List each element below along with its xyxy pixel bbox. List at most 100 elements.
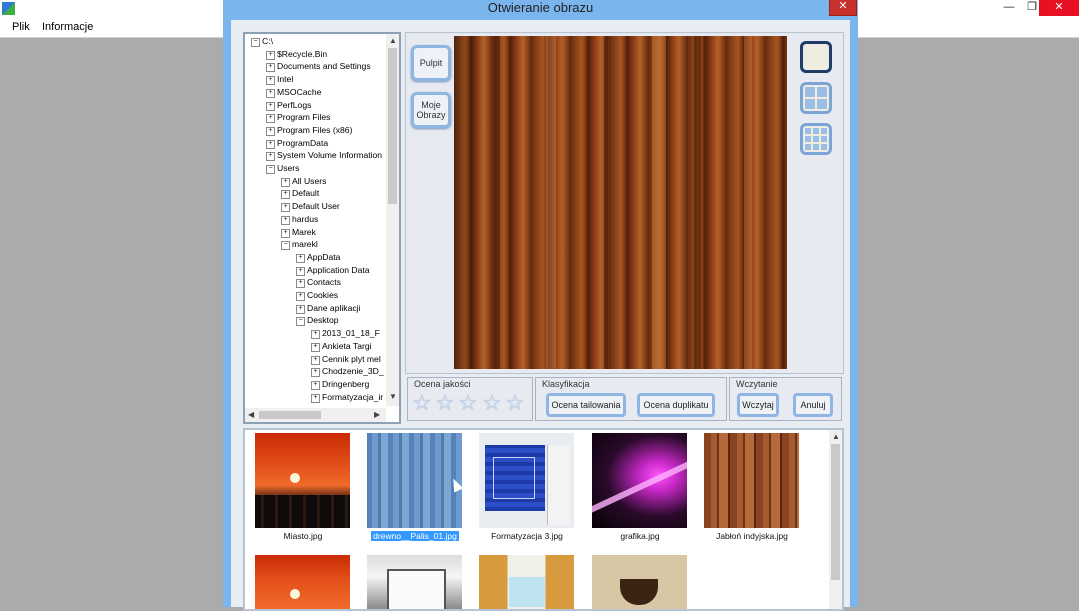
expand-icon[interactable]: + <box>266 63 275 73</box>
tree-hscroll-thumb[interactable] <box>259 411 321 419</box>
tree-node[interactable]: + AppData <box>296 252 340 264</box>
thumbnail-image[interactable] <box>367 433 462 528</box>
cancel-button[interactable]: Anuluj <box>793 393 833 417</box>
expand-icon[interactable]: + <box>296 253 305 263</box>
tree-node[interactable]: + Intel <box>266 74 293 86</box>
expand-icon[interactable]: + <box>266 88 275 98</box>
load-button[interactable]: Wczytaj <box>737 393 779 417</box>
expand-icon[interactable]: + <box>311 393 320 403</box>
tree-node[interactable]: + Formatyzacja_ir <box>311 392 383 404</box>
expand-icon[interactable]: + <box>296 266 305 276</box>
tree-node[interactable]: + Default <box>281 188 319 200</box>
tree-node[interactable]: + PerfLogs <box>266 100 311 112</box>
tree-node[interactable]: + Default User <box>281 201 340 213</box>
scroll-up-icon[interactable]: ▲ <box>832 432 840 441</box>
expand-icon[interactable]: + <box>266 50 275 60</box>
tree-node[interactable]: − C:\ <box>251 36 273 48</box>
thumbnail-image[interactable] <box>592 433 687 528</box>
close-icon[interactable]: ✕ <box>1039 0 1079 16</box>
collapse-icon[interactable]: − <box>296 317 305 327</box>
expand-icon[interactable]: + <box>311 330 320 340</box>
tree-node[interactable]: + Documents and Settings <box>266 61 371 73</box>
star-icon[interactable]: ☆ <box>458 392 478 414</box>
tree-node[interactable]: + Cookies <box>296 290 338 302</box>
tree-node[interactable]: − Desktop <box>296 315 339 327</box>
tree-node[interactable]: + Cennik plyt mel <box>311 354 381 366</box>
tree-node[interactable]: + Program Files <box>266 112 330 124</box>
expand-icon[interactable]: + <box>266 152 275 162</box>
thumbnail-caption[interactable]: grafika.jpg <box>584 531 696 541</box>
expand-icon[interactable]: + <box>266 139 275 149</box>
grid-2x2-icon[interactable] <box>800 82 832 114</box>
collapse-icon[interactable]: − <box>251 38 260 47</box>
star-icon[interactable]: ☆ <box>412 392 432 414</box>
menu-plik[interactable]: Plik <box>12 21 30 33</box>
star-icon[interactable]: ☆ <box>482 392 502 414</box>
tree-node[interactable]: + MSOCache <box>266 87 321 99</box>
gallery-scrollbar[interactable]: ▲ <box>829 430 842 609</box>
thumbnail-gallery[interactable]: Miasto.jpg drewno__Palis_01.jpg Formatyz… <box>243 428 844 611</box>
expand-icon[interactable]: + <box>311 342 320 352</box>
expand-icon[interactable]: + <box>266 114 275 124</box>
thumbnail-caption[interactable]: drewno__Palis_01.jpg <box>359 531 471 541</box>
tree-node[interactable]: + hardus <box>281 214 318 226</box>
collapse-icon[interactable]: − <box>281 241 290 251</box>
tree-node[interactable]: + Marek <box>281 227 316 239</box>
thumbnail-image[interactable] <box>255 555 350 609</box>
thumbnail-caption[interactable]: Jabłoń indyjska.jpg <box>696 531 808 541</box>
tree-node[interactable]: + Contacts <box>296 277 341 289</box>
tree-node[interactable]: − Users <box>266 163 299 175</box>
expand-icon[interactable]: + <box>281 203 290 213</box>
expand-icon[interactable]: + <box>266 126 275 136</box>
expand-icon[interactable]: + <box>266 76 275 86</box>
tiling-rating-button[interactable]: Ocena tailowania <box>546 393 626 417</box>
tree-node[interactable]: + Chodzenie_3D_ <box>311 366 384 378</box>
gallery-scroll-thumb[interactable] <box>831 444 840 580</box>
thumbnail-image[interactable] <box>479 555 574 609</box>
my-pictures-shortcut-button[interactable]: Moje Obrazy <box>411 92 451 128</box>
tree-node[interactable]: + Program Files (x86) <box>266 125 352 137</box>
thumbnail-caption[interactable]: Miasto.jpg <box>247 531 359 541</box>
tree-node[interactable]: + System Volume Information <box>266 150 382 162</box>
tree-horizontal-scrollbar[interactable]: ◀ ▶ <box>245 408 386 422</box>
tree-node[interactable]: + All Users <box>281 176 326 188</box>
expand-icon[interactable]: + <box>281 215 290 225</box>
scroll-left-icon[interactable]: ◀ <box>248 410 254 419</box>
grid-3x3-icon[interactable] <box>800 123 832 155</box>
expand-icon[interactable]: + <box>296 304 305 314</box>
menu-informacje[interactable]: Informacje <box>42 21 93 33</box>
expand-icon[interactable]: + <box>296 279 305 289</box>
star-icon[interactable]: ☆ <box>435 392 455 414</box>
scroll-right-icon[interactable]: ▶ <box>374 410 380 419</box>
dialog-close-button[interactable]: ✕ <box>829 0 857 16</box>
expand-icon[interactable]: + <box>311 380 320 390</box>
tree-node[interactable]: + Application Data <box>296 265 370 277</box>
thumbnail-image[interactable] <box>255 433 350 528</box>
tree-node[interactable]: + Ankieta Targi <box>311 341 372 353</box>
expand-icon[interactable]: + <box>311 368 320 378</box>
expand-icon[interactable]: + <box>281 190 290 200</box>
tree-node[interactable]: − marekl <box>281 239 318 251</box>
thumbnail-image[interactable] <box>592 555 687 609</box>
tree-node[interactable]: + Dringenberg <box>311 379 369 391</box>
folder-tree[interactable]: + Formatyzacja_ir + Dringenberg + Chodzenie_3… <box>243 32 401 424</box>
collapse-icon[interactable]: − <box>266 165 275 174</box>
tree-node[interactable]: +2013_01_18_F <box>311 328 380 340</box>
duplicate-rating-button[interactable]: Ocena duplikatu <box>637 393 715 417</box>
desktop-shortcut-button[interactable]: Pulpit <box>411 45 451 81</box>
tree-node[interactable]: + $Recycle.Bin <box>266 49 327 61</box>
single-view-icon[interactable] <box>800 41 832 73</box>
expand-icon[interactable]: + <box>281 228 290 238</box>
expand-icon[interactable]: + <box>266 101 275 111</box>
star-icon[interactable]: ☆ <box>505 392 525 414</box>
tree-scroll-thumb[interactable] <box>388 48 397 204</box>
scroll-down-icon[interactable]: ▼ <box>389 392 397 401</box>
thumbnail-caption[interactable]: Formatyzacja 3.jpg <box>471 531 583 541</box>
expand-icon[interactable]: + <box>296 292 305 301</box>
thumbnail-image[interactable] <box>367 555 462 609</box>
thumbnail-image[interactable] <box>479 433 574 528</box>
tree-vertical-scrollbar[interactable]: ▲ ▼ <box>386 34 399 406</box>
scroll-up-icon[interactable]: ▲ <box>389 36 397 45</box>
tree-node[interactable]: + Dane aplikacji <box>296 303 361 315</box>
thumbnail-image[interactable] <box>704 433 799 528</box>
